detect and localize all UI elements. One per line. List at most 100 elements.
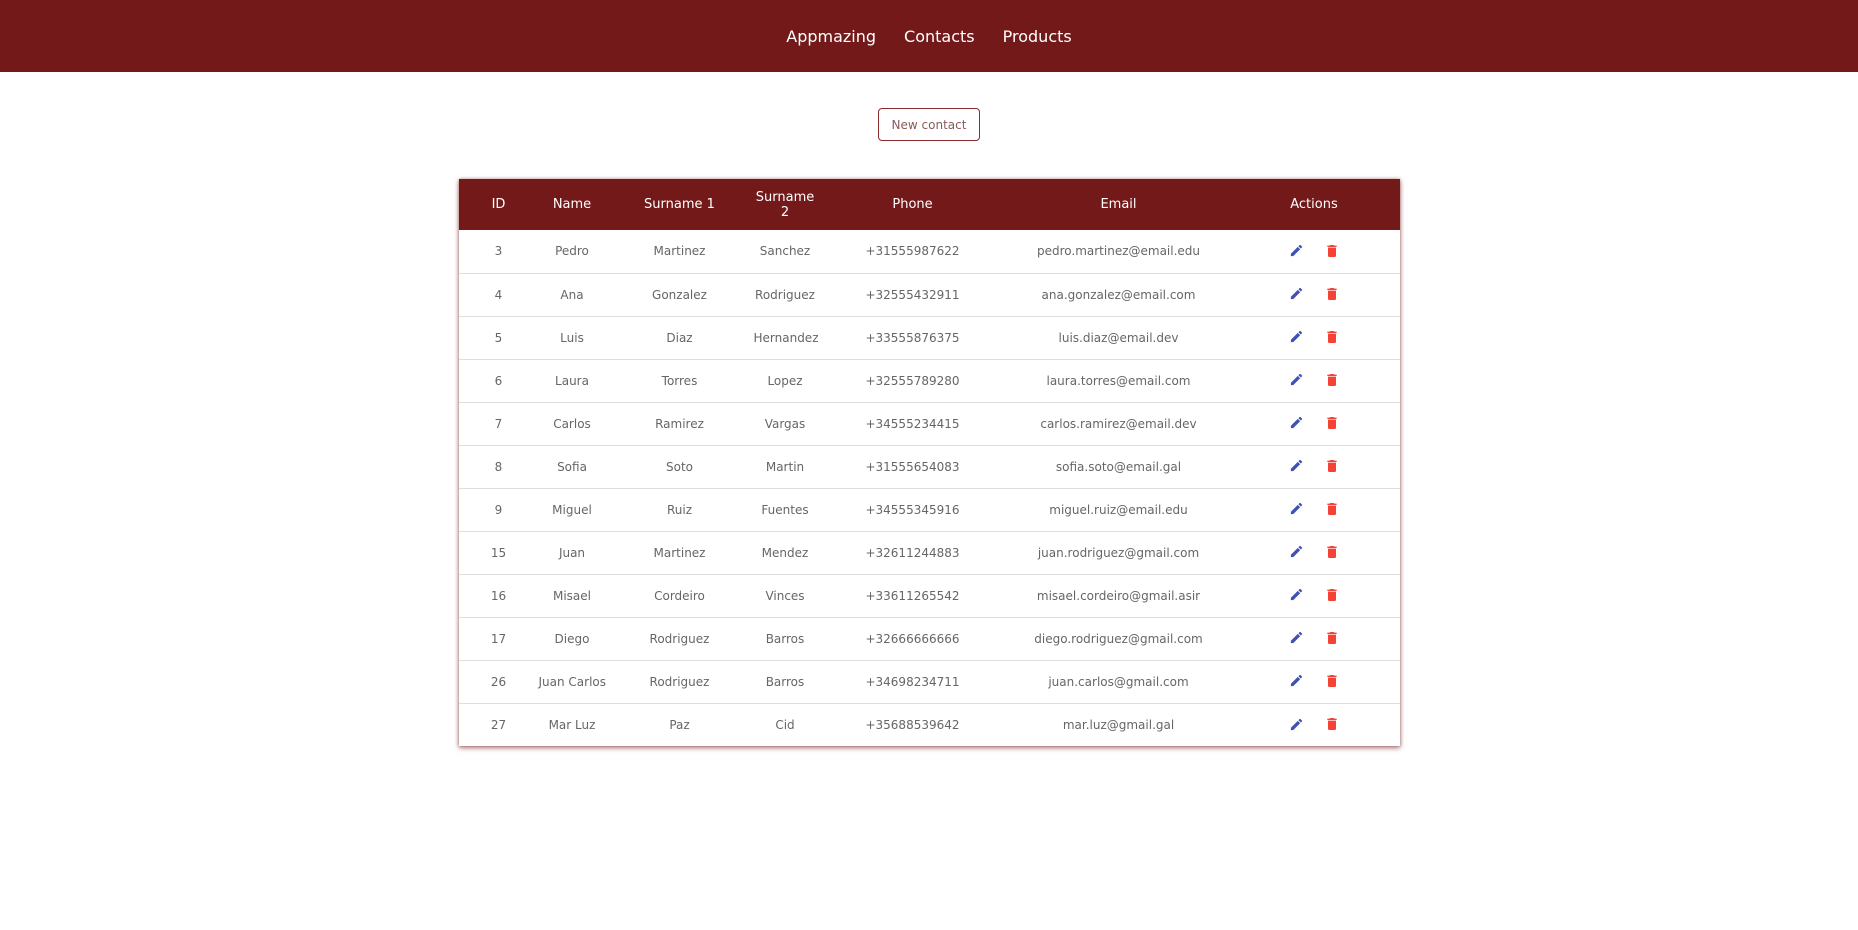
trash-icon[interactable] bbox=[1323, 242, 1341, 260]
cell-email: pedro.martinez@email.edu bbox=[1036, 244, 1201, 259]
cell-name: Juan bbox=[558, 545, 586, 560]
cell-surname-1: Rodriguez bbox=[649, 631, 710, 646]
row-actions bbox=[1288, 285, 1341, 303]
cell-name: Diego bbox=[554, 631, 590, 646]
trash-icon[interactable] bbox=[1323, 586, 1341, 604]
trash-icon[interactable] bbox=[1323, 371, 1341, 389]
pencil-icon[interactable] bbox=[1288, 672, 1306, 690]
row-actions bbox=[1288, 328, 1341, 346]
cell-surname-1: Diaz bbox=[666, 330, 693, 345]
trash-icon[interactable] bbox=[1323, 500, 1341, 518]
cell-id: 9 bbox=[494, 502, 503, 517]
trash-icon[interactable] bbox=[1323, 543, 1341, 561]
cell-email: diego.rodriguez@gmail.com bbox=[1034, 631, 1203, 646]
cell-email: laura.torres@email.com bbox=[1046, 373, 1191, 388]
header-actions: Actions bbox=[1290, 197, 1338, 212]
table-row: 3 Pedro Martinez Sanchez +31555987622 pedro.m… bbox=[459, 230, 1400, 273]
trash-icon[interactable] bbox=[1323, 328, 1341, 346]
row-actions bbox=[1288, 242, 1341, 260]
trash-icon[interactable] bbox=[1323, 672, 1341, 690]
nav-link-products[interactable]: Products bbox=[1003, 27, 1072, 46]
cell-phone: +32555432911 bbox=[865, 287, 960, 302]
cell-id: 26 bbox=[490, 674, 507, 689]
actions-bar: New contact bbox=[0, 108, 1858, 141]
cell-name: Carlos bbox=[553, 416, 591, 431]
cell-name: Pedro bbox=[555, 244, 589, 259]
new-contact-button[interactable]: New contact bbox=[877, 108, 981, 141]
cell-id: 15 bbox=[490, 545, 507, 560]
table-row: 4 Ana Gonzalez Rodriguez +32555432911 ana.gon… bbox=[458, 273, 1400, 316]
header-surname-1: Surname 1 bbox=[644, 197, 715, 212]
cell-email: luis.diaz@email.dev bbox=[1058, 330, 1179, 345]
table-row: 26 Juan Carlos Rodriguez Barros +34698234711… bbox=[458, 660, 1400, 703]
cell-surname-1: Paz bbox=[669, 717, 690, 732]
table-row: 17 Diego Rodriguez Barros +32666666666 diego.… bbox=[458, 617, 1400, 660]
cell-name: Juan Carlos bbox=[538, 674, 607, 689]
cell-phone: +34698234711 bbox=[865, 674, 960, 689]
cell-id: 6 bbox=[494, 373, 503, 388]
pencil-icon[interactable] bbox=[1288, 285, 1306, 303]
trash-icon[interactable] bbox=[1323, 457, 1341, 475]
row-actions bbox=[1288, 371, 1341, 389]
row-actions bbox=[1288, 414, 1341, 432]
cell-id: 5 bbox=[494, 330, 503, 345]
cell-phone: +35688539642 bbox=[865, 717, 960, 732]
cell-actions bbox=[1229, 402, 1400, 445]
cell-surname-1: Rodriguez bbox=[649, 674, 710, 689]
cell-phone: +33611265542 bbox=[865, 588, 960, 603]
cell-actions bbox=[1229, 273, 1400, 316]
cell-surname-2: Lopez bbox=[767, 373, 803, 388]
cell-actions bbox=[1229, 316, 1400, 359]
cell-actions bbox=[1229, 574, 1400, 617]
cell-name: Luis bbox=[560, 330, 584, 345]
trash-icon[interactable] bbox=[1323, 285, 1341, 303]
cell-surname-2: Cid bbox=[775, 717, 795, 732]
cell-surname-2: Fuentes bbox=[761, 502, 809, 517]
pencil-icon[interactable] bbox=[1288, 414, 1306, 432]
cell-actions bbox=[1229, 488, 1400, 531]
trash-icon[interactable] bbox=[1323, 414, 1341, 432]
pencil-icon[interactable] bbox=[1288, 543, 1306, 561]
pencil-icon[interactable] bbox=[1288, 629, 1306, 647]
cell-email: carlos.ramirez@email.dev bbox=[1040, 416, 1197, 431]
pencil-icon[interactable] bbox=[1288, 242, 1306, 260]
cell-id: 16 bbox=[490, 588, 507, 603]
cell-surname-1: Ramirez bbox=[655, 416, 704, 431]
cell-id: 7 bbox=[494, 416, 503, 431]
cell-surname-2: Martin bbox=[765, 459, 805, 474]
cell-actions bbox=[1229, 660, 1400, 703]
cell-name: Mar Luz bbox=[548, 717, 596, 732]
top-navbar: Appmazing Contacts Products bbox=[0, 0, 1858, 72]
cell-phone: +34555234415 bbox=[865, 416, 960, 431]
cell-surname-1: Gonzalez bbox=[652, 287, 707, 302]
nav-link-contacts[interactable]: Contacts bbox=[904, 27, 975, 46]
cell-id: 4 bbox=[494, 287, 503, 302]
pencil-icon[interactable] bbox=[1288, 500, 1306, 518]
cell-surname-1: Torres bbox=[661, 373, 698, 388]
pencil-icon[interactable] bbox=[1288, 715, 1306, 733]
table-row: 15 Juan Martinez Mendez +32611244883 juan.rod… bbox=[458, 531, 1400, 574]
cell-email: ana.gonzalez@email.com bbox=[1041, 287, 1196, 302]
cell-surname-2: Vargas bbox=[764, 416, 806, 431]
nav-link-appmazing[interactable]: Appmazing bbox=[786, 27, 876, 46]
pencil-icon[interactable] bbox=[1288, 371, 1306, 389]
cell-surname-2: Hernandez bbox=[753, 330, 819, 345]
table-row: 8 Sofia Soto Martin +31555654083 sofia.soto@e… bbox=[458, 445, 1400, 488]
cell-name: Miguel bbox=[552, 502, 592, 517]
cell-id: 8 bbox=[494, 459, 503, 474]
trash-icon[interactable] bbox=[1323, 715, 1341, 733]
cell-phone: +33555876375 bbox=[865, 330, 960, 345]
row-actions bbox=[1288, 672, 1341, 690]
cell-surname-1: Martinez bbox=[653, 244, 706, 259]
cell-name: Sofia bbox=[557, 459, 587, 474]
pencil-icon[interactable] bbox=[1288, 328, 1306, 346]
pencil-icon[interactable] bbox=[1288, 457, 1306, 475]
table-header-row: ID Name Surname 1 Surname 2 Phone Email … bbox=[458, 179, 1400, 230]
trash-icon[interactable] bbox=[1323, 629, 1341, 647]
cell-email: mar.luz@gmail.gal bbox=[1062, 717, 1175, 732]
row-actions bbox=[1288, 457, 1341, 475]
contacts-table-container: ID Name Surname 1 Surname 2 Phone Email … bbox=[458, 179, 1400, 746]
row-actions bbox=[1288, 586, 1341, 604]
pencil-icon[interactable] bbox=[1288, 586, 1306, 604]
cell-phone: +32666666666 bbox=[865, 631, 960, 646]
